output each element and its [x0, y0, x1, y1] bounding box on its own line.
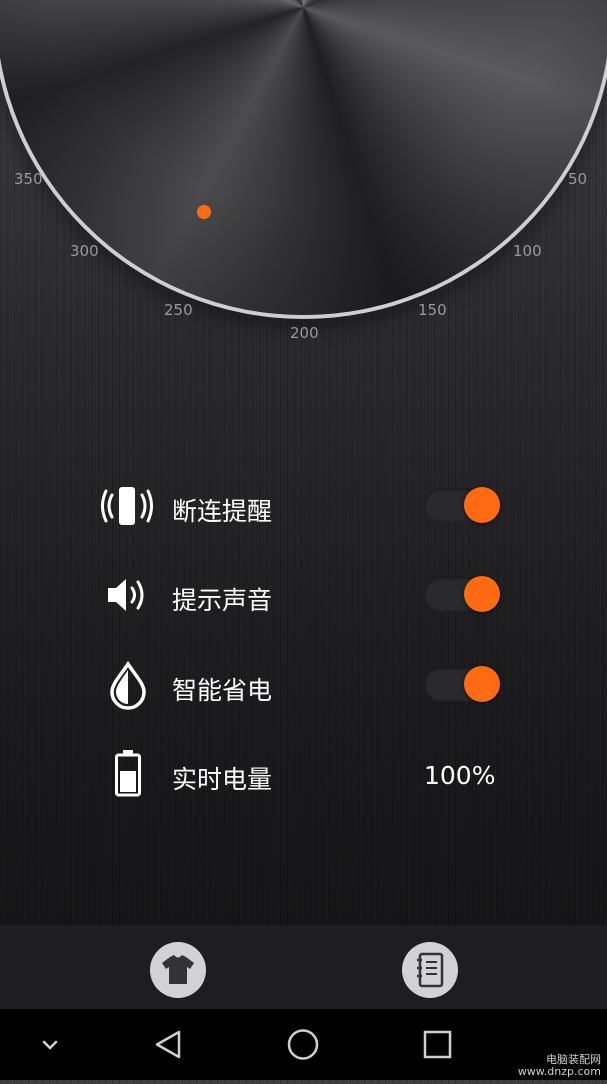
hide-nav-button[interactable] [30, 1009, 70, 1080]
scale-label-200: 200 [290, 324, 319, 342]
chevron-down-icon [42, 1040, 58, 1050]
scale-label-300: 300 [70, 242, 99, 260]
setting-row-disconnect-alert: 断连提醒 [0, 481, 607, 531]
vibrate-phone-icon [100, 481, 156, 531]
tshirt-icon [162, 955, 194, 984]
knob-indicator-dot [197, 205, 211, 219]
system-navigation-bar: 电脑装配网 www.dnzp.com [0, 1009, 607, 1080]
back-button[interactable] [148, 1009, 188, 1080]
setting-label: 实时电量 [172, 765, 273, 794]
setting-label: 智能省电 [172, 676, 273, 705]
home-button[interactable] [283, 1009, 323, 1080]
setting-label: 断连提醒 [172, 497, 273, 526]
toggle-thumb [464, 666, 500, 702]
recents-button[interactable] [418, 1009, 458, 1080]
toggle-thumb [464, 576, 500, 612]
speaker-icon [100, 570, 156, 620]
recents-square-icon [423, 1030, 452, 1059]
disconnect-alert-toggle[interactable] [424, 486, 500, 524]
prompt-sound-toggle[interactable] [424, 575, 500, 613]
smart-power-saving-toggle[interactable] [424, 665, 500, 703]
scale-label-100: 100 [513, 242, 542, 260]
toggle-thumb [464, 487, 500, 523]
water-drop-icon [100, 660, 156, 710]
scale-label-350: 350 [14, 170, 43, 188]
watermark: 电脑装配网 www.dnzp.com [518, 1054, 601, 1078]
dial-area: 350 50 300 100 250 150 200 [0, 0, 607, 360]
theme-button[interactable] [150, 942, 206, 998]
scale-label-150: 150 [418, 301, 447, 319]
setting-row-real-time-battery: 实时电量 100% [0, 749, 607, 799]
watermark-line2: www.dnzp.com [517, 1065, 601, 1078]
scale-label-50: 50 [568, 170, 588, 188]
setting-row-smart-power-saving: 智能省电 [0, 660, 607, 710]
home-circle-icon [287, 1029, 319, 1060]
scale-label-250: 250 [164, 301, 193, 319]
battery-icon [100, 749, 156, 799]
rotary-knob[interactable] [0, 0, 607, 315]
log-button[interactable] [402, 942, 458, 998]
setting-label: 提示声音 [172, 586, 273, 615]
back-triangle-icon [155, 1030, 181, 1059]
bottom-action-bar [0, 925, 607, 1009]
setting-row-prompt-sound: 提示声音 [0, 570, 607, 620]
notebook-icon [417, 952, 444, 988]
battery-level-value: 100% [424, 761, 496, 790]
